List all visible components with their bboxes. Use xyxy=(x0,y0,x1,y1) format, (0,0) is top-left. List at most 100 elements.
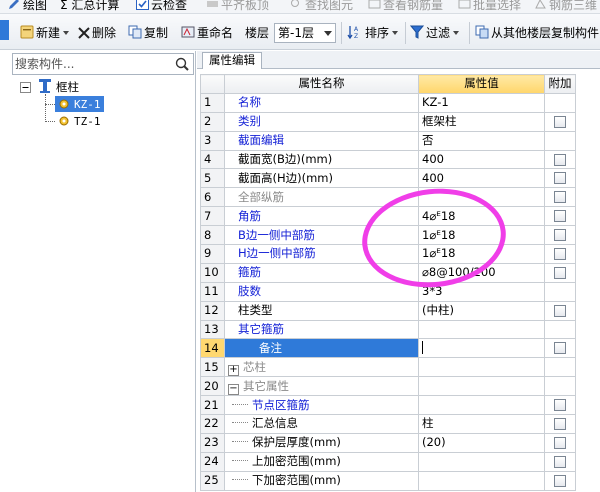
extra-checkbox[interactable] xyxy=(554,210,566,223)
draw-button[interactable]: 绘图 xyxy=(8,0,47,13)
property-value-cell[interactable]: ⌀8@100/200 xyxy=(418,262,545,283)
property-row[interactable]: 25 下加密范围(mm) xyxy=(200,470,576,491)
property-row[interactable]: 20− 其它属性 xyxy=(200,376,576,397)
property-row[interactable]: 11 肢数 3*3 xyxy=(200,281,576,302)
new-button[interactable]: 新建 xyxy=(20,24,70,42)
property-name-cell[interactable]: 柱类型 xyxy=(224,300,419,321)
property-row[interactable]: 2 类别 框架柱 xyxy=(200,111,576,132)
copy-button[interactable]: 复制 xyxy=(128,24,168,42)
property-row[interactable]: 5 截面高(H边)(mm) 400 xyxy=(200,168,576,189)
extra-checkbox[interactable] xyxy=(554,172,566,185)
property-value-cell[interactable] xyxy=(418,395,545,416)
filter-button[interactable]: 过滤 xyxy=(409,24,460,42)
tree-item-kz-1[interactable]: KZ-1 xyxy=(55,96,104,112)
expand-icon[interactable]: + xyxy=(228,364,239,376)
tree-item-tz-1[interactable]: TZ-1 xyxy=(58,113,101,129)
property-row[interactable]: 10 箍筋 ⌀8@100/200 xyxy=(200,262,576,283)
property-value-cell[interactable]: 3*3 xyxy=(418,281,545,302)
property-value-cell[interactable]: 1⌀ᴱ18 xyxy=(418,225,545,246)
property-name-cell[interactable]: B边一侧中部筋 xyxy=(224,225,419,246)
property-name-cell[interactable]: 其它箍筋 xyxy=(224,319,419,340)
delete-button[interactable]: 删除 xyxy=(78,24,116,42)
property-name-cell[interactable]: + 芯柱 xyxy=(224,357,419,378)
property-name-cell[interactable]: H边一侧中部筋 xyxy=(224,244,419,264)
tree-expander[interactable] xyxy=(20,81,31,97)
extra-checkbox[interactable] xyxy=(554,455,566,468)
property-name-cell[interactable]: 截面编辑 xyxy=(224,130,419,151)
property-value-cell[interactable]: 400 xyxy=(418,149,545,170)
summary-calc-button[interactable]: Σ 汇总计算 xyxy=(60,0,119,13)
property-name-cell[interactable]: 汇总信息 xyxy=(224,414,419,434)
property-value-cell[interactable]: 否 xyxy=(418,130,545,151)
find-element-button[interactable]: 查找图元 xyxy=(290,0,353,13)
property-row[interactable]: 23 保护层厚度(mm) (20) xyxy=(200,432,576,453)
extra-checkbox[interactable] xyxy=(554,399,566,412)
property-name-cell[interactable]: 截面高(H边)(mm) xyxy=(224,168,419,189)
tab-property-edit[interactable]: 属性编辑 xyxy=(202,52,262,69)
property-row[interactable]: 21 节点区箍筋 xyxy=(200,395,576,416)
property-row[interactable]: 22 汇总信息 柱 xyxy=(200,414,576,434)
property-value-cell[interactable]: 400 xyxy=(418,168,545,189)
property-row[interactable]: 3 截面编辑 否 xyxy=(200,130,576,151)
property-value-cell[interactable] xyxy=(418,470,545,491)
property-name-cell[interactable]: 肢数 xyxy=(224,281,419,302)
search-icon[interactable] xyxy=(173,55,191,73)
property-name-cell[interactable]: 节点区箍筋 xyxy=(224,395,419,416)
view-rebar-button[interactable]: 查看钢筋量 xyxy=(368,0,443,13)
property-row[interactable]: 9 H边一侧中部筋 1⌀ᴱ18 xyxy=(200,244,576,264)
property-row[interactable]: 15 + 芯柱 xyxy=(200,357,576,378)
extra-checkbox[interactable] xyxy=(554,229,566,242)
property-value-cell[interactable] xyxy=(418,451,545,472)
property-value-cell[interactable]: KZ-1 xyxy=(418,92,545,113)
property-row[interactable]: 8 B边一侧中部筋 1⌀ᴱ18 xyxy=(200,225,576,246)
copy-from-other-floor-button[interactable]: 从其他楼层复制构件 xyxy=(475,24,599,42)
batch-select-button[interactable]: 批量选择 xyxy=(458,0,521,13)
extra-checkbox[interactable] xyxy=(554,153,566,166)
property-value-cell[interactable] xyxy=(418,187,545,208)
extra-checkbox[interactable] xyxy=(554,247,566,260)
extra-checkbox[interactable] xyxy=(554,342,566,355)
property-value-cell[interactable]: 柱 xyxy=(418,414,545,434)
property-value-input[interactable] xyxy=(418,338,545,359)
sort-button[interactable]: AZ 排序 xyxy=(347,24,399,42)
property-row[interactable]: 24 上加密范围(mm) xyxy=(200,451,576,472)
extra-checkbox[interactable] xyxy=(554,115,566,128)
property-row[interactable]: 12 柱类型 (中柱) xyxy=(200,300,576,321)
rename-button[interactable]: 重命名 xyxy=(181,24,233,42)
property-value-cell[interactable]: 1⌀ᴱ18 xyxy=(418,244,545,264)
property-row[interactable]: 6 全部纵筋 xyxy=(200,187,576,208)
extra-checkbox[interactable] xyxy=(554,417,566,430)
extra-checkbox[interactable] xyxy=(554,474,566,487)
extra-checkbox[interactable] xyxy=(554,304,566,317)
property-name-cell[interactable]: 上加密范围(mm) xyxy=(224,451,419,472)
property-value-cell[interactable] xyxy=(418,319,545,340)
property-name-cell[interactable]: 备注 xyxy=(224,338,419,359)
property-row[interactable]: 14 备注 xyxy=(200,338,576,359)
property-name-cell[interactable]: 下加密范围(mm) xyxy=(224,470,419,491)
property-name-cell[interactable]: 角筋 xyxy=(224,206,419,227)
property-value-cell[interactable] xyxy=(418,376,545,397)
floor-select[interactable]: 第-1层 xyxy=(274,23,336,43)
search-input[interactable] xyxy=(15,56,165,72)
property-row[interactable]: 1 名称 KZ-1 xyxy=(200,92,576,113)
property-value-cell[interactable]: 框架柱 xyxy=(418,111,545,132)
property-value-cell[interactable] xyxy=(418,357,545,378)
property-row[interactable]: 7 角筋 4⌀ᴱ18 xyxy=(200,206,576,227)
property-name-cell[interactable]: 箍筋 xyxy=(224,262,419,283)
property-value-cell[interactable]: 4⌀ᴱ18 xyxy=(418,206,545,227)
property-name-cell[interactable]: 全部纵筋 xyxy=(224,187,419,208)
align-slab-top-button[interactable]: 平齐板顶 xyxy=(206,0,269,13)
property-name-cell[interactable]: 保护层厚度(mm) xyxy=(224,432,419,453)
extra-checkbox[interactable] xyxy=(554,191,566,204)
property-name-cell[interactable]: 截面宽(B边)(mm) xyxy=(224,149,419,170)
property-name-cell[interactable]: − 其它属性 xyxy=(224,376,419,397)
property-name-cell[interactable]: 类别 xyxy=(224,111,419,132)
tree-root-framed-column[interactable]: 框柱 xyxy=(38,78,79,94)
extra-checkbox[interactable] xyxy=(554,436,566,449)
extra-checkbox[interactable] xyxy=(554,266,566,279)
rebar-3d-button[interactable]: 钢筋三维 xyxy=(534,0,597,13)
property-name-cell[interactable]: 名称 xyxy=(224,92,419,113)
property-value-cell[interactable]: (20) xyxy=(418,432,545,453)
property-row[interactable]: 4 截面宽(B边)(mm) 400 xyxy=(200,149,576,170)
property-row[interactable]: 13 其它箍筋 xyxy=(200,319,576,340)
